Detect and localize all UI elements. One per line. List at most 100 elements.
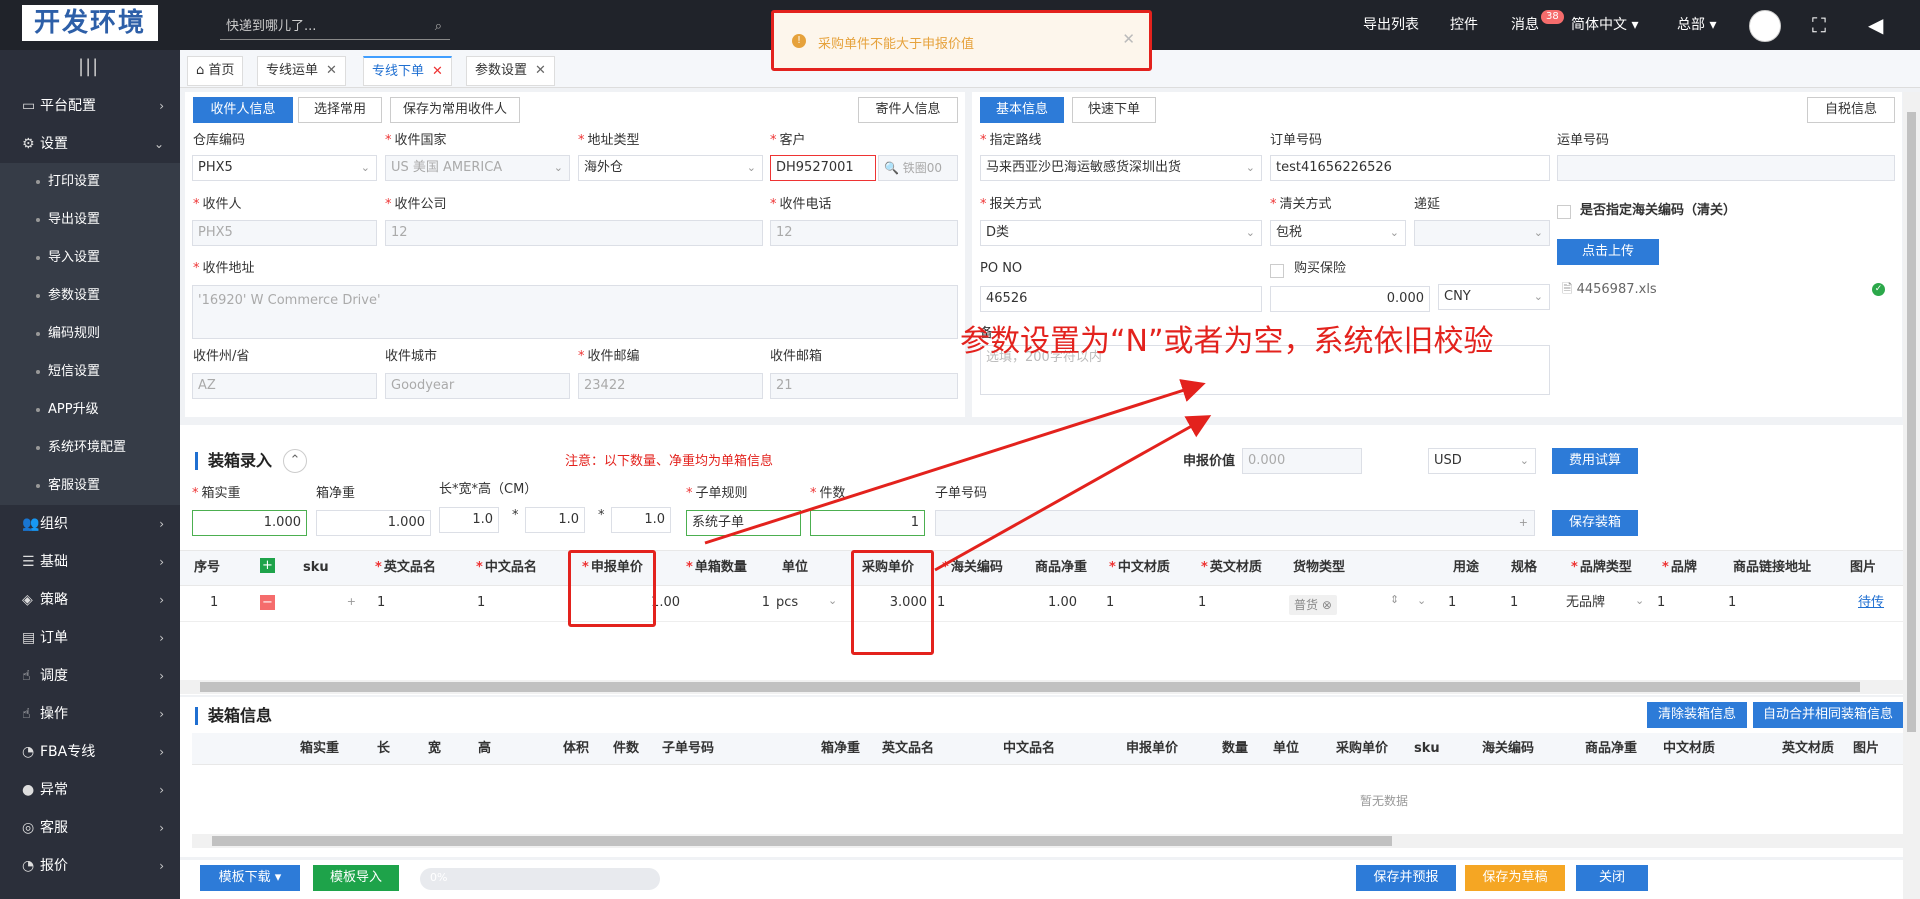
country-select[interactable]: US 美国 AMERICA ⌄	[385, 155, 570, 181]
height-input[interactable]: 1.0	[611, 507, 671, 533]
sidebar-item-platform[interactable]: ▭ 平台配置 ›	[0, 87, 180, 125]
sidebar-item-settings[interactable]: ⚙ 设置 ⌄	[0, 125, 180, 163]
save-draft-button[interactable]: 保存为草稿	[1465, 865, 1565, 891]
org-select[interactable]: 总部 ▾	[1677, 0, 1716, 50]
sidebar-sub-params[interactable]: 参数设置	[0, 277, 180, 315]
search-input[interactable]: 快递到哪儿了... ⌕	[220, 14, 450, 40]
controls-link[interactable]: 控件	[1450, 0, 1478, 50]
add-row-icon[interactable]: +	[260, 558, 275, 573]
page-scrollbar[interactable]	[1903, 92, 1920, 899]
cell-unit[interactable]: pcs	[776, 594, 798, 612]
insurance-input[interactable]: 0.000	[1270, 286, 1430, 312]
quick-order-button[interactable]: 快速下单	[1072, 97, 1156, 123]
export-list-link[interactable]: 导出列表	[1363, 0, 1419, 50]
sidebar-sub-export[interactable]: 导出设置	[0, 201, 180, 239]
warehouse-select[interactable]: PHX5 ⌄	[192, 155, 377, 181]
merge-box-button[interactable]: 自动合并相同装箱信息	[1753, 702, 1903, 728]
cell-usage[interactable]: 1	[1448, 594, 1456, 612]
language-select[interactable]: 简体中文 ▾	[1571, 0, 1638, 50]
remove-row-icon[interactable]: −	[260, 595, 275, 610]
cell-net-weight[interactable]: 1.00	[1020, 594, 1077, 612]
insurance-checkbox[interactable]	[1270, 264, 1284, 278]
tab-order[interactable]: 专线下单 ✕	[363, 56, 452, 86]
zip-input[interactable]: 23422	[578, 373, 763, 399]
email-input[interactable]: 21	[770, 373, 958, 399]
city-input[interactable]: Goodyear	[385, 373, 570, 399]
cell-en-name[interactable]: 1	[377, 594, 385, 612]
save-common-button[interactable]: 保存为常用收件人	[390, 97, 520, 123]
sidebar-item-service[interactable]: ◎ 客服 ›	[0, 809, 180, 847]
template-import-button[interactable]: 模板导入	[313, 865, 399, 891]
cell-brand[interactable]: 1	[1657, 594, 1665, 612]
file-item[interactable]: 🗎 4456987.xls	[1562, 281, 1657, 299]
tab-waybill[interactable]: 专线运单 ✕	[257, 56, 346, 86]
sidebar-sub-env[interactable]: 系统环境配置	[0, 429, 180, 467]
menu-toggle-icon[interactable]: |||	[78, 56, 99, 77]
upload-button[interactable]: 点击上传	[1557, 239, 1659, 265]
waybill-input[interactable]	[1557, 155, 1895, 181]
box-net-input[interactable]: 1.000	[316, 510, 431, 536]
sidebar-sub-app[interactable]: APP升级	[0, 391, 180, 429]
sub-rule-select[interactable]: 系统子单	[686, 510, 801, 536]
basic-info-button[interactable]: 基本信息	[980, 97, 1064, 123]
upload-image-link[interactable]: 待传	[1858, 594, 1884, 612]
tab-params[interactable]: 参数设置 ✕	[466, 56, 555, 86]
clearance-select[interactable]: 包税 ⌄	[1270, 220, 1406, 246]
box-weight-input[interactable]: 1.000	[192, 510, 307, 536]
sidebar-sub-import[interactable]: 导入设置	[0, 239, 180, 277]
customer-search[interactable]: 🔍 铁圈00	[878, 155, 958, 181]
template-download-button[interactable]: 模板下载 ▾	[200, 865, 300, 891]
close-button[interactable]: 关闭	[1576, 865, 1648, 891]
sender-info-button[interactable]: 寄件人信息	[858, 97, 958, 123]
sidebar-item-exception[interactable]: ● 异常 ›	[0, 771, 180, 809]
sub-no-input[interactable]: +	[935, 510, 1535, 536]
sidebar-item-quote[interactable]: ◔ 报价 ›	[0, 847, 180, 885]
name-input[interactable]: PHX5	[192, 220, 377, 246]
sidebar-item-basic[interactable]: ☰ 基础 ›	[0, 543, 180, 581]
cell-spec[interactable]: 1	[1510, 594, 1518, 612]
hs-code-checkbox[interactable]	[1557, 205, 1571, 219]
route-select[interactable]: 马来西亚沙巴海运敏感货深圳出货 ⌄	[980, 155, 1262, 181]
address-type-select[interactable]: 海外仓 ⌄	[578, 155, 763, 181]
sidebar-item-orders[interactable]: ▤ 订单 ›	[0, 619, 180, 657]
cell-hs-code[interactable]: 1	[937, 594, 945, 612]
declared-currency-select[interactable]: USD ⌄	[1428, 448, 1536, 474]
cell-qty[interactable]: 1	[720, 594, 770, 612]
sidebar-item-org[interactable]: 👥组织 ›	[0, 505, 180, 543]
save-report-button[interactable]: 保存并预报	[1356, 865, 1456, 891]
tax-info-button[interactable]: 自税信息	[1807, 97, 1895, 123]
address-input[interactable]: '16920' W Commerce Drive'	[192, 285, 958, 339]
sort-icon[interactable]: ⇕	[1390, 593, 1399, 606]
cargo-type-tag[interactable]: 普货 ⊗	[1289, 595, 1337, 615]
sidebar-sub-print[interactable]: 打印设置	[0, 163, 180, 201]
messages-link[interactable]: 消息 38	[1511, 0, 1564, 50]
collapse-icon[interactable]: ◀	[1868, 0, 1883, 50]
cell-cn-name[interactable]: 1	[477, 594, 485, 612]
width-input[interactable]: 1.0	[525, 507, 585, 533]
phone-input[interactable]: 12	[770, 220, 958, 246]
receiver-info-button[interactable]: 收件人信息	[193, 97, 293, 123]
length-input[interactable]: 1.0	[439, 507, 499, 533]
box-scrollbar[interactable]	[192, 834, 1907, 848]
sidebar-item-fba[interactable]: ◔ FBA专线 ›	[0, 733, 180, 771]
currency-select[interactable]: CNY ⌄	[1438, 284, 1550, 310]
sidebar-sub-sms[interactable]: 短信设置	[0, 353, 180, 391]
avatar[interactable]	[1749, 10, 1781, 42]
sidebar-sub-coding[interactable]: 编码规则	[0, 315, 180, 353]
close-icon[interactable]: ✕	[1122, 30, 1135, 48]
cell-link[interactable]: 1	[1728, 594, 1736, 612]
deferred-select[interactable]: ⌄	[1414, 220, 1550, 246]
tab-home[interactable]: ⌂ 首页	[187, 56, 244, 86]
cell-en-material[interactable]: 1	[1198, 594, 1206, 612]
fullscreen-icon[interactable]: ⛶	[1812, 0, 1826, 50]
sidebar-item-dispatch[interactable]: ☝ 调度 ›	[0, 657, 180, 695]
cell-sku-input[interactable]: +	[292, 590, 362, 616]
save-packing-button[interactable]: 保存装箱	[1552, 510, 1638, 536]
state-input[interactable]: AZ	[192, 373, 377, 399]
company-input[interactable]: 12	[385, 220, 763, 246]
declared-value-input[interactable]: 0.000	[1242, 448, 1362, 474]
po-input[interactable]: 46526	[980, 286, 1262, 312]
order-no-input[interactable]: test41656226526	[1270, 155, 1550, 181]
items-scrollbar[interactable]	[180, 680, 1920, 694]
customer-input[interactable]: DH9527001	[770, 155, 876, 181]
